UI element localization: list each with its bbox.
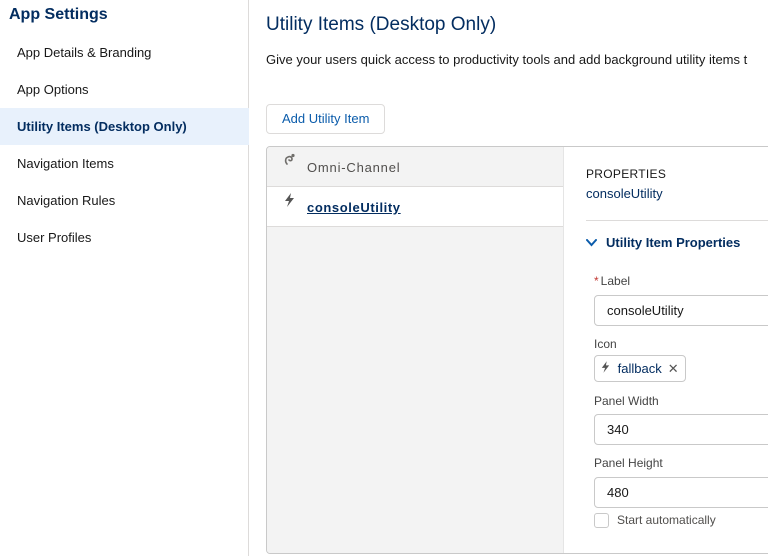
omni-channel-icon (284, 153, 296, 169)
sidebar-item-app-details-branding[interactable]: App Details & Branding (0, 34, 249, 71)
icon-field-label: Icon (594, 337, 617, 351)
chevron-down-icon (586, 236, 597, 250)
lightning-bolt-icon (284, 193, 295, 210)
list-item-omni-channel[interactable]: Omni-Channel (267, 147, 563, 187)
lightning-bolt-icon (601, 361, 614, 376)
panel-width-label: Panel Width (594, 394, 659, 408)
properties-item-name: consoleUtility (586, 186, 663, 201)
sidebar-item-navigation-rules[interactable]: Navigation Rules (0, 182, 249, 219)
utility-items-panel: Omni-Channel consoleUtility PROPERTIES c… (266, 146, 768, 554)
section-title: Utility Item Properties (606, 235, 741, 250)
page-title: Utility Items (Desktop Only) (266, 14, 497, 35)
sidebar-item-user-profiles[interactable]: User Profiles (0, 219, 249, 256)
properties-kicker: PROPERTIES (586, 167, 667, 181)
properties-panel: PROPERTIES consoleUtility Utility Item P… (564, 147, 768, 553)
utility-item-list: Omni-Channel consoleUtility (267, 147, 564, 553)
main-content: Utility Items (Desktop Only) Give your u… (250, 0, 768, 556)
panel-width-field[interactable] (594, 414, 768, 445)
list-item-label: consoleUtility (307, 200, 401, 215)
close-icon[interactable]: ✕ (668, 361, 679, 376)
icon-pill[interactable]: fallback ✕ (594, 355, 686, 382)
panel-height-field[interactable] (594, 477, 768, 508)
label-field-label: * Label (594, 274, 631, 288)
utility-item-properties-toggle[interactable]: Utility Item Properties (586, 235, 740, 250)
list-item-label: Omni-Channel (307, 160, 401, 175)
start-automatically-checkbox[interactable] (594, 513, 609, 529)
page-description: Give your users quick access to producti… (266, 52, 748, 67)
sidebar-item-app-options[interactable]: App Options (0, 71, 249, 108)
label-field[interactable] (594, 295, 768, 326)
sidebar-nav: App Details & Branding App Options Utili… (0, 34, 249, 256)
properties-divider (586, 220, 768, 221)
sidebar-item-navigation-items[interactable]: Navigation Items (0, 145, 249, 182)
add-utility-item-button[interactable]: Add Utility Item (266, 104, 386, 134)
app-settings-sidebar: App Settings App Details & Branding App … (0, 0, 249, 556)
icon-pill-label: fallback (617, 361, 662, 376)
required-marker: * (594, 274, 599, 288)
list-item-console-utility[interactable]: consoleUtility (267, 187, 563, 227)
sidebar-title: App Settings (9, 6, 108, 23)
start-automatically-label: Start automatically (617, 513, 716, 527)
sidebar-item-utility-items[interactable]: Utility Items (Desktop Only) (0, 108, 249, 145)
start-automatically-row[interactable]: Start automatically (594, 513, 716, 529)
panel-height-label: Panel Height (594, 456, 663, 470)
